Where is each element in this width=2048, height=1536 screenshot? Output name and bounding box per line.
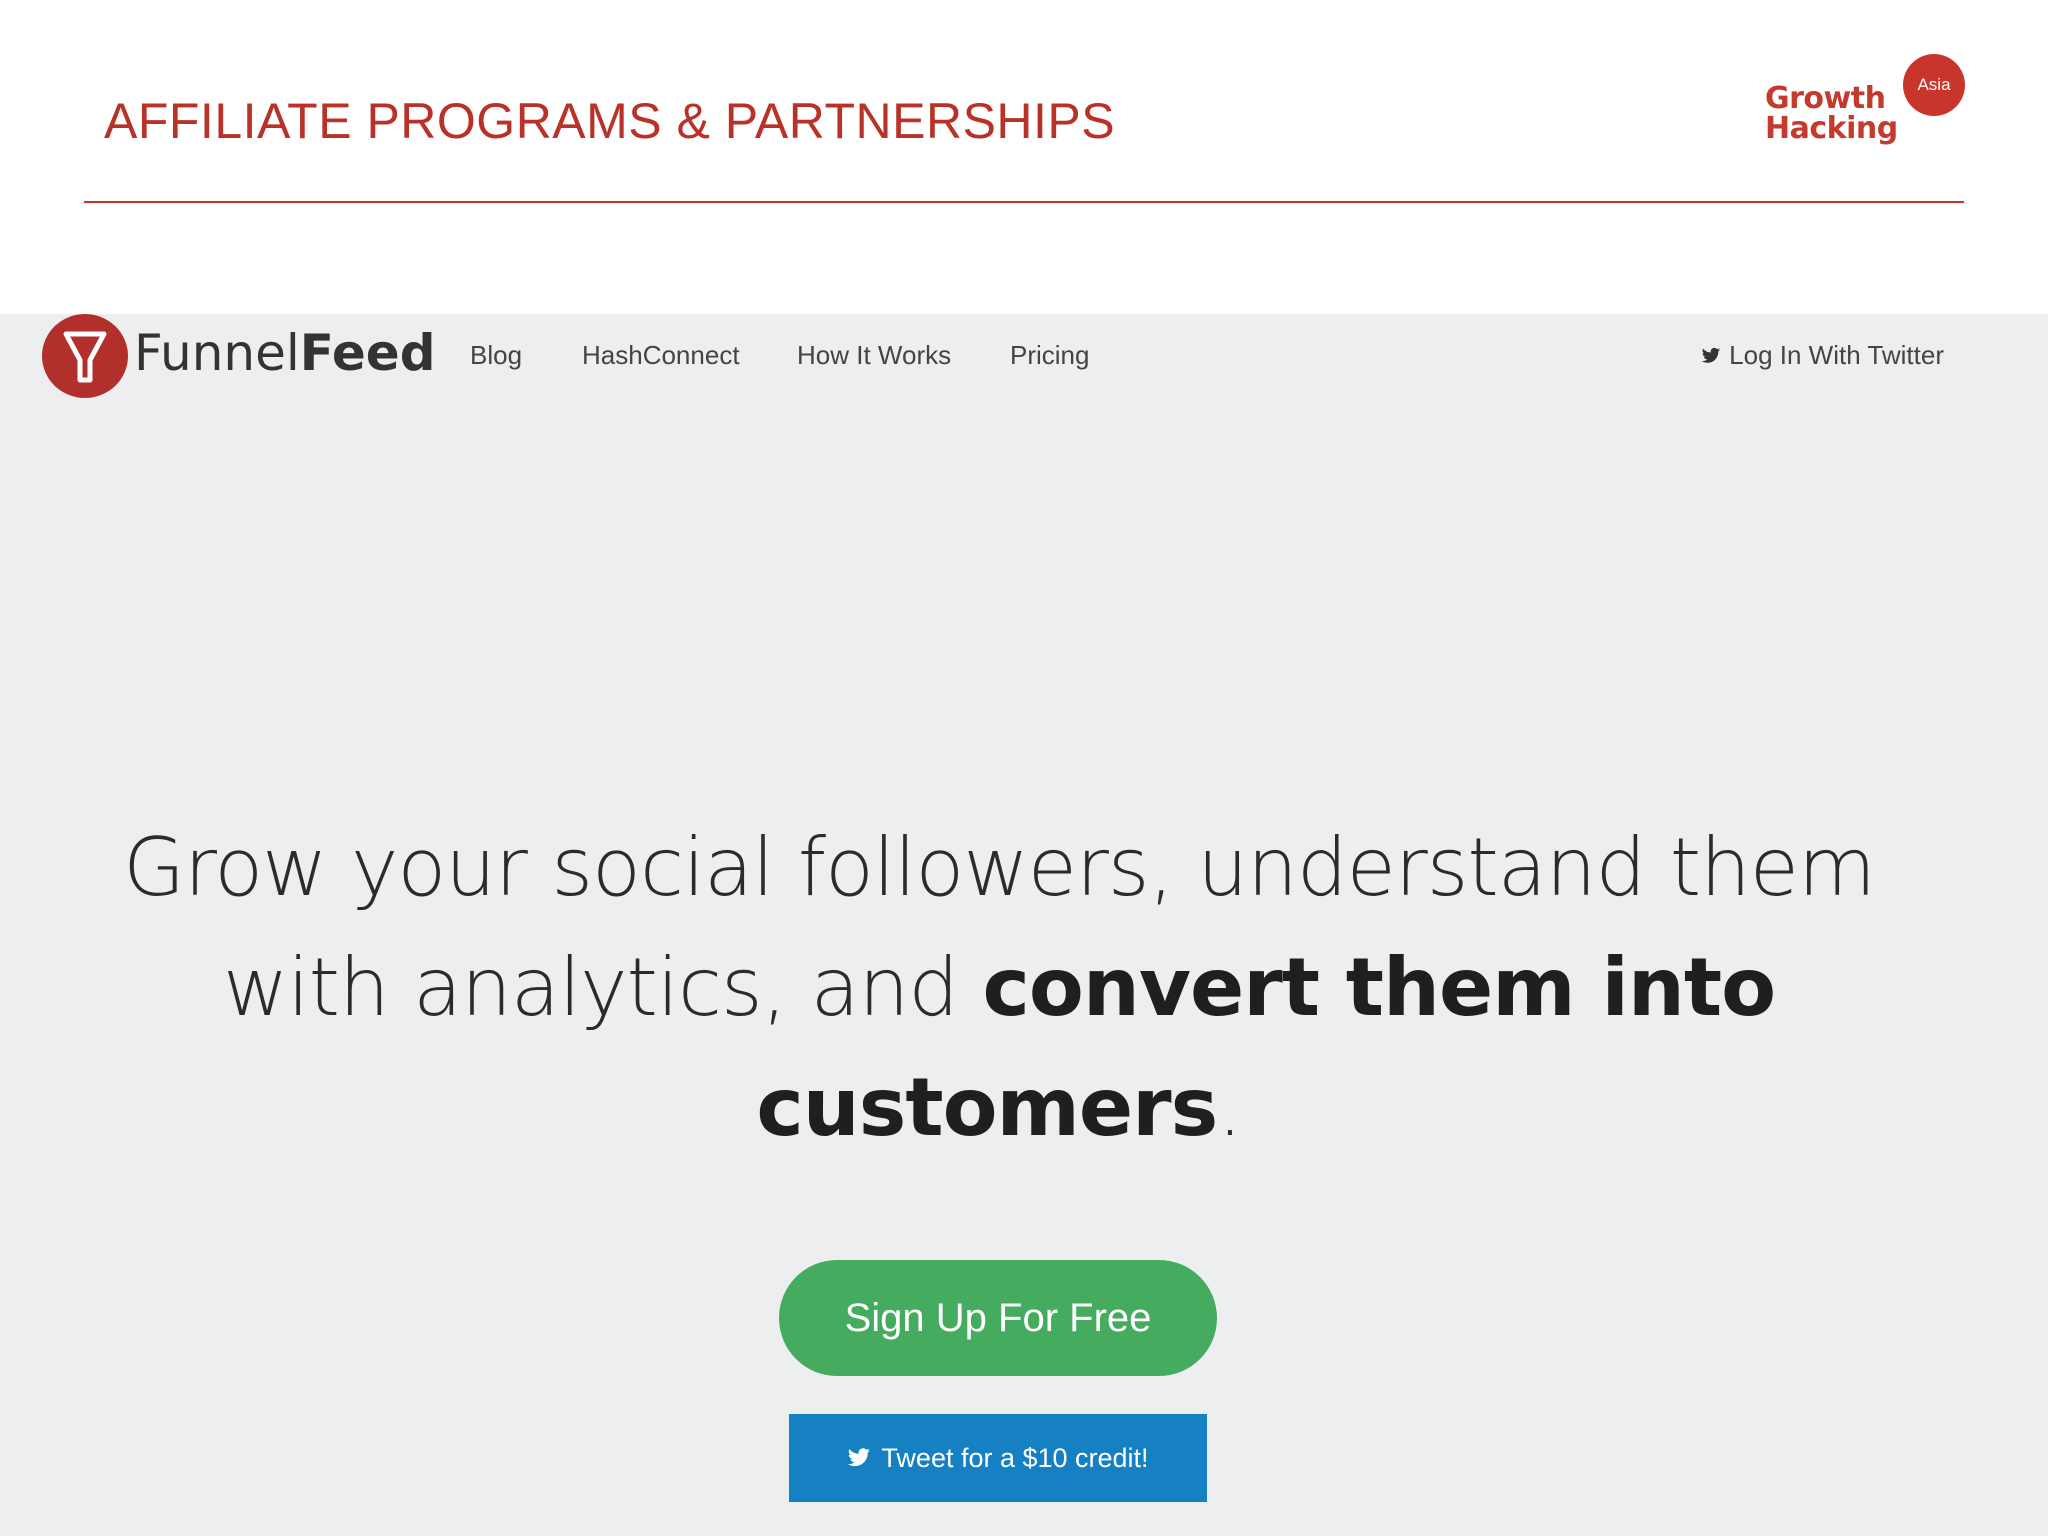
headline-period: . [1217, 1061, 1242, 1154]
site-navbar: FunnelFeed Blog HashConnect How It Works… [0, 314, 2048, 398]
title-divider [84, 201, 1964, 203]
brand-wordmark: Growth Hacking [1765, 84, 1898, 144]
hero-headline: Grow your social followers, understand t… [104, 808, 1894, 1168]
login-with-twitter-link[interactable]: Log In With Twitter [1701, 340, 1944, 371]
brand-badge: Asia [1903, 54, 1965, 116]
sign-up-button[interactable]: Sign Up For Free [779, 1260, 1217, 1376]
tweet-credit-button[interactable]: Tweet for a $10 credit! [789, 1414, 1207, 1502]
twitter-bird-icon [1701, 347, 1721, 365]
twitter-bird-icon [847, 1448, 871, 1468]
growth-hacking-asia-logo: Growth Hacking Asia [1765, 54, 1965, 154]
tweet-label: Tweet for a $10 credit! [881, 1442, 1149, 1473]
logo-word-light: Funnel [134, 324, 300, 382]
nav-item-how-it-works[interactable]: How It Works [797, 340, 951, 371]
sign-up-label: Sign Up For Free [844, 1295, 1152, 1340]
funnel-icon[interactable] [42, 314, 128, 398]
nav-item-hashconnect[interactable]: HashConnect [582, 340, 740, 371]
nav-item-blog[interactable]: Blog [470, 340, 522, 371]
logo-word-bold: Feed [299, 324, 436, 382]
brand-line-2: Hacking [1765, 111, 1898, 146]
brand-line-1: Growth [1765, 81, 1886, 116]
nav-item-pricing[interactable]: Pricing [1010, 340, 1089, 371]
login-label: Log In With Twitter [1729, 340, 1944, 370]
site-logo-wordmark[interactable]: FunnelFeed [134, 324, 436, 382]
slide-title: AFFILIATE PROGRAMS & PARTNERSHIPS [104, 93, 1116, 149]
website-screenshot: FunnelFeed Blog HashConnect How It Works… [0, 314, 2048, 1536]
